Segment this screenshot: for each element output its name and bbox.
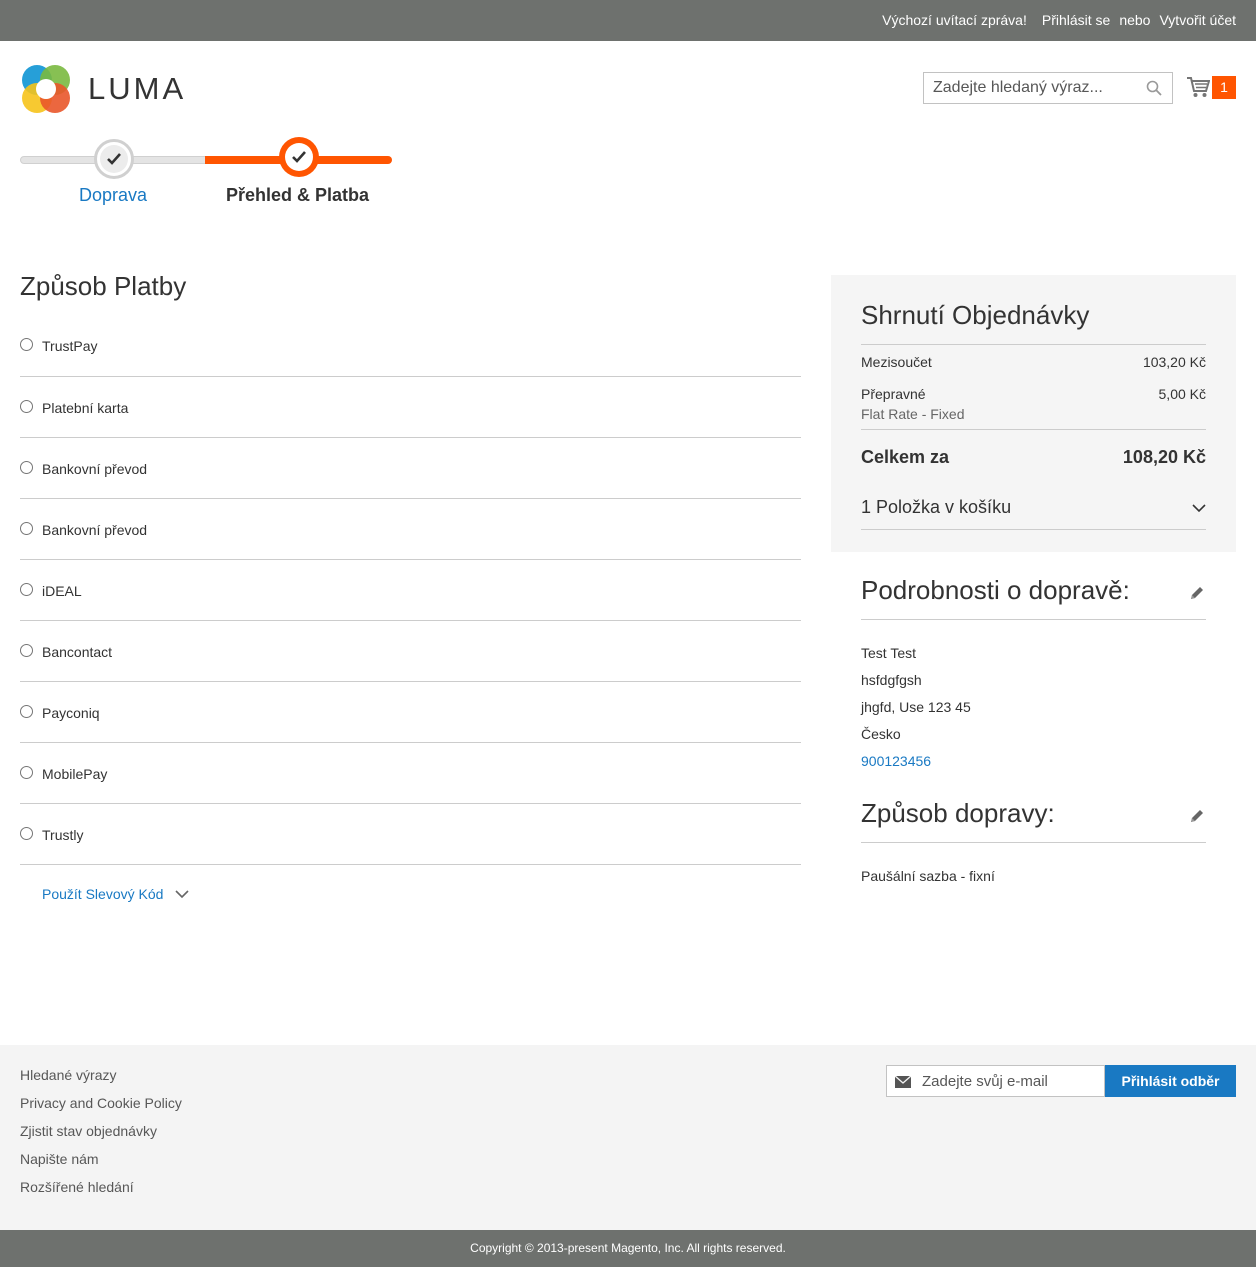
footer: Hledané výrazy Privacy and Cookie Policy… (0, 1045, 1256, 1230)
radio-button[interactable] (20, 461, 33, 474)
divider (861, 619, 1206, 620)
shipping-method-title: Způsob dopravy: (861, 798, 1055, 828)
checkmark-icon (107, 153, 121, 165)
newsletter-email-input[interactable] (922, 1066, 1102, 1096)
address-city: jhgfd, Use 123 45 (861, 699, 971, 715)
divider (861, 344, 1206, 345)
subtotal-value: 103,20 Kč (1142, 354, 1206, 370)
welcome-message: Výchozí uvítací zpráva! (882, 12, 1027, 28)
order-summary: Shrnutí Objednávky Mezisoučet 103,20 Kč … (831, 275, 1236, 552)
signin-link[interactable]: Přihlásit se (1042, 12, 1110, 28)
shipping-method-value: Paušální sazba - fixní (861, 868, 995, 884)
payment-method-ideal[interactable]: iDEAL (20, 560, 801, 621)
footer-link-search-terms[interactable]: Hledané výrazy (20, 1067, 182, 1095)
step-shipping-inner (100, 145, 128, 173)
shipping-method-note: Flat Rate - Fixed (861, 406, 965, 422)
payment-method-label[interactable]: Payconiq (42, 705, 100, 721)
top-bar: Výchozí uvítací zpráva! Přihlásit se neb… (0, 0, 1256, 41)
radio-button[interactable] (20, 400, 33, 413)
logo[interactable]: LUMA (20, 63, 190, 115)
newsletter-field[interactable] (886, 1065, 1105, 1097)
or-text: nebo (1119, 12, 1151, 28)
address-country: Česko (861, 726, 901, 742)
divider (861, 842, 1206, 843)
shipping-value: 5,00 Kč (1158, 386, 1206, 402)
payment-title: Způsob Platby (20, 271, 187, 301)
checkmark-icon (292, 151, 306, 163)
search-box[interactable] (923, 72, 1173, 104)
cart-items-toggle[interactable]: 1 Položka v košíku (861, 497, 1206, 518)
radio-button[interactable] (20, 644, 33, 657)
step-shipping-label[interactable]: Doprava (79, 185, 147, 206)
payment-method-trustly[interactable]: Trustly (20, 804, 801, 865)
payment-method-label[interactable]: Bankovní převod (42, 522, 147, 538)
payment-method-trustpay[interactable]: TrustPay (20, 315, 801, 377)
payment-method-label[interactable]: iDEAL (42, 583, 82, 599)
footer-link-privacy[interactable]: Privacy and Cookie Policy (20, 1095, 182, 1123)
payment-method-mobilepay[interactable]: MobilePay (20, 743, 801, 804)
payment-method-bank-transfer-1[interactable]: Bankovní převod (20, 438, 801, 499)
payment-method-label[interactable]: Bankovní převod (42, 461, 147, 477)
total-value: 108,20 Kč (1122, 447, 1206, 467)
payment-method-payconiq[interactable]: Payconiq (20, 682, 801, 743)
summary-title: Shrnutí Objednávky (861, 300, 1090, 330)
step-shipping-circle[interactable] (94, 139, 134, 179)
cart-count-badge: 1 (1212, 76, 1236, 99)
address-name: Test Test (861, 645, 916, 661)
chevron-down-icon[interactable] (1192, 503, 1206, 513)
shipping-details-title: Podrobnosti o dopravě: (861, 575, 1130, 605)
footer-link-advanced-search[interactable]: Rozšířené hledání (20, 1179, 182, 1207)
search-input[interactable] (924, 73, 1134, 103)
radio-button[interactable] (20, 766, 33, 779)
chevron-down-icon[interactable] (175, 889, 189, 899)
payment-method-label[interactable]: TrustPay (42, 338, 98, 354)
luma-logo-icon (22, 65, 70, 113)
newsletter-subscribe-button[interactable]: Přihlásit odběr (1105, 1065, 1236, 1097)
payment-method-label[interactable]: Bancontact (42, 644, 112, 660)
radio-button[interactable] (20, 338, 33, 351)
radio-button[interactable] (20, 522, 33, 535)
address-phone-link[interactable]: 900123456 (861, 753, 931, 769)
create-account-link[interactable]: Vytvořit účet (1159, 12, 1236, 28)
payment-method-bancontact[interactable]: Bancontact (20, 621, 801, 682)
cart-icon[interactable] (1186, 75, 1210, 99)
payment-method-label[interactable]: Trustly (42, 827, 83, 843)
search-icon[interactable] (1146, 80, 1162, 96)
checkout-progress: Doprava Přehled & Platba (20, 137, 392, 212)
pencil-icon[interactable] (1188, 807, 1206, 825)
envelope-icon (895, 1076, 911, 1088)
logo-text: LUMA (88, 71, 187, 106)
discount-code-toggle[interactable]: Použít Slevový Kód (42, 886, 189, 902)
newsletter-form: Přihlásit odběr (886, 1065, 1236, 1097)
address-street: hsfdgfgsh (861, 672, 922, 688)
divider (861, 529, 1206, 530)
shipping-label: Přepravné (861, 386, 926, 402)
step-payment-inner (285, 143, 313, 171)
subtotal-label: Mezisoučet (861, 354, 932, 370)
payment-methods-list: TrustPay Platební karta Bankovní převod … (20, 315, 801, 865)
total-label: Celkem za (861, 447, 950, 467)
footer-links: Hledané výrazy Privacy and Cookie Policy… (20, 1067, 182, 1207)
footer-link-contact[interactable]: Napište nám (20, 1151, 182, 1179)
top-links: Výchozí uvítací zpráva! Přihlásit se neb… (882, 12, 1236, 28)
subtotal-row: Mezisoučet 103,20 Kč (861, 354, 1206, 370)
pencil-icon[interactable] (1188, 584, 1206, 602)
footer-link-order-status[interactable]: Zjistit stav objednávky (20, 1123, 182, 1151)
step-payment-circle (279, 137, 319, 177)
radio-button[interactable] (20, 583, 33, 596)
shipping-row: Přepravné 5,00 Kč (861, 386, 1206, 402)
copyright: Copyright © 2013-present Magento, Inc. A… (0, 1230, 1256, 1267)
payment-method-bank-transfer-2[interactable]: Bankovní převod (20, 499, 801, 560)
radio-button[interactable] (20, 827, 33, 840)
cart-items-label[interactable]: 1 Položka v košíku (861, 497, 1011, 518)
step-payment-label: Přehled & Platba (226, 185, 370, 205)
payment-method-card[interactable]: Platební karta (20, 377, 801, 438)
discount-code-label[interactable]: Použít Slevový Kód (42, 886, 163, 902)
divider (861, 429, 1206, 430)
minicart[interactable]: 1 (1186, 75, 1236, 100)
payment-method-label[interactable]: MobilePay (42, 766, 107, 782)
payment-method-label[interactable]: Platební karta (42, 400, 128, 416)
total-row: Celkem za 108,20 Kč (861, 447, 1206, 468)
radio-button[interactable] (20, 705, 33, 718)
